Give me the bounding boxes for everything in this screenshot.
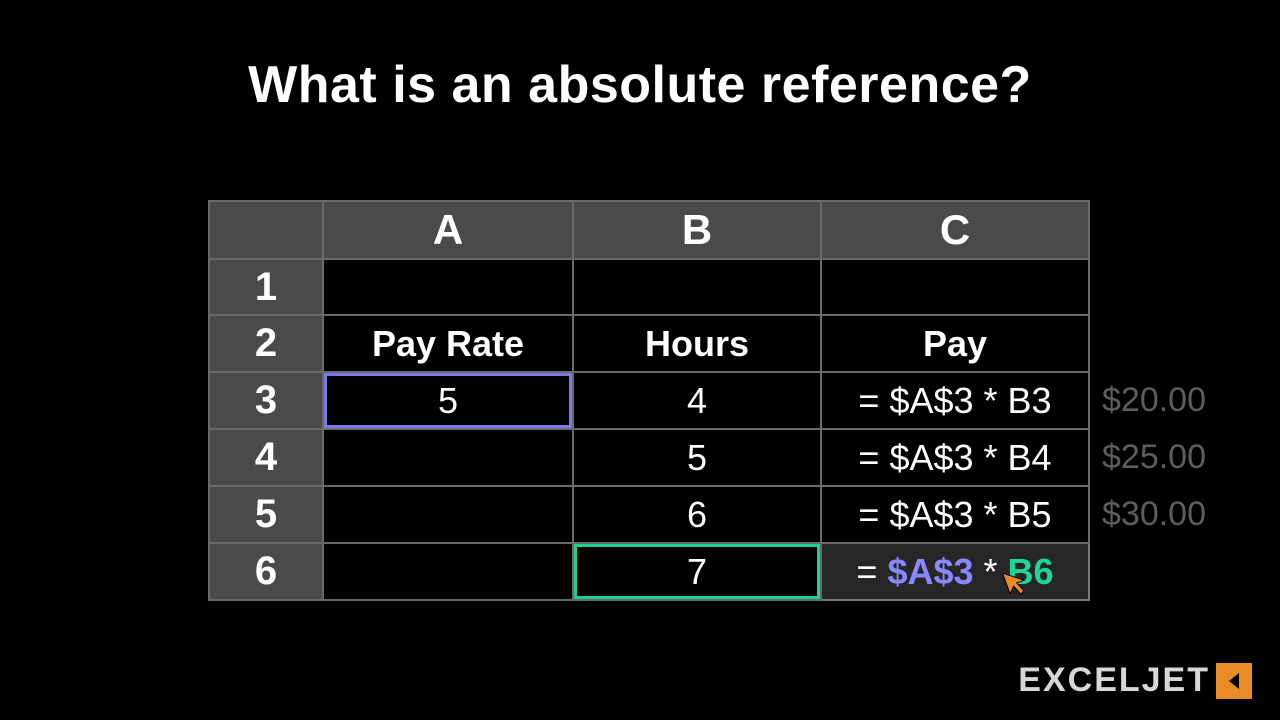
row-header-4: 4	[209, 429, 323, 486]
brand-mark-icon	[1216, 663, 1252, 699]
brand-text: EXCELJET	[1018, 661, 1210, 700]
row-header-6: 6	[209, 543, 323, 600]
cell-b2[interactable]: Hours	[573, 315, 821, 372]
cell-b4[interactable]: 5	[573, 429, 821, 486]
result-c5: $30.00	[1102, 486, 1206, 543]
cell-a4[interactable]	[323, 429, 573, 486]
results-column: $20.00 $25.00 $30.00	[1102, 200, 1206, 543]
cell-c1[interactable]	[821, 259, 1089, 315]
col-header-b: B	[573, 201, 821, 259]
row-header-1: 1	[209, 259, 323, 315]
cell-a1[interactable]	[323, 259, 573, 315]
row-header-3: 3	[209, 372, 323, 429]
cell-c3[interactable]: = $A$3 * B3	[821, 372, 1089, 429]
cell-c5[interactable]: = $A$3 * B5	[821, 486, 1089, 543]
cell-c6[interactable]: = $A$3 * B6	[821, 543, 1089, 600]
page-title: What is an absolute reference?	[0, 0, 1280, 115]
row-header-5: 5	[209, 486, 323, 543]
spreadsheet-grid: A B C 1 2 Pay Rate Hours Pay 3 5 4 = $A$…	[208, 200, 1090, 601]
result-c4: $25.00	[1102, 429, 1206, 486]
cell-a3[interactable]: 5	[323, 372, 573, 429]
cell-a5[interactable]	[323, 486, 573, 543]
cell-b5[interactable]: 6	[573, 486, 821, 543]
row-header-2: 2	[209, 315, 323, 372]
brand-logo: EXCELJET	[1018, 661, 1252, 700]
cell-a6[interactable]	[323, 543, 573, 600]
spreadsheet-stage: A B C 1 2 Pay Rate Hours Pay 3 5 4 = $A$…	[208, 200, 1206, 601]
cell-c2[interactable]: Pay	[821, 315, 1089, 372]
cell-b6[interactable]: 7	[573, 543, 821, 600]
cell-b1[interactable]	[573, 259, 821, 315]
cell-c4[interactable]: = $A$3 * B4	[821, 429, 1089, 486]
col-header-c: C	[821, 201, 1089, 259]
formula-absolute-ref: $A$3	[887, 551, 973, 592]
corner-cell	[209, 201, 323, 259]
cell-a2[interactable]: Pay Rate	[323, 315, 573, 372]
formula-eq: =	[856, 551, 887, 592]
col-header-a: A	[323, 201, 573, 259]
result-c3: $20.00	[1102, 372, 1206, 429]
cell-b3[interactable]: 4	[573, 372, 821, 429]
